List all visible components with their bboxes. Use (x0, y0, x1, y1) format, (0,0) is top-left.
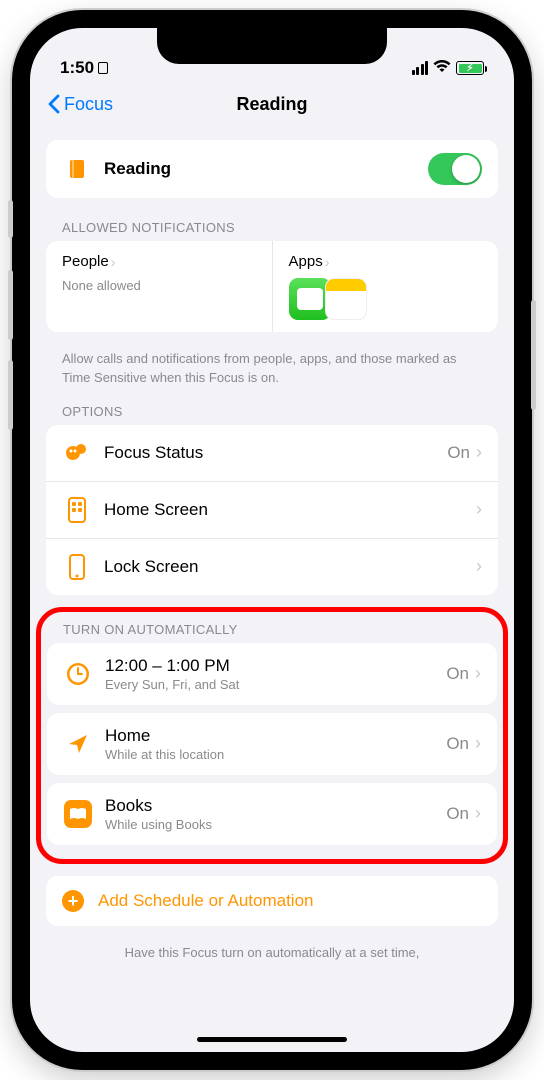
allowed-apps-button[interactable]: Apps › (272, 241, 499, 332)
automation-time-card: 12:00 – 1:00 PM Every Sun, Fri, and Sat … (47, 643, 497, 705)
automation-location-value: On (446, 734, 469, 754)
chevron-right-icon: › (475, 803, 481, 824)
auto-footer-text: Have this Focus turn on automatically at… (46, 938, 498, 969)
annotation-highlight: TURN ON AUTOMATICALLY 12:00 – 1:00 PM Ev… (36, 607, 508, 864)
lock-screen-row[interactable]: Lock Screen › (46, 538, 498, 595)
options-card: Focus Status On › Home Screen › Lock Scr… (46, 425, 498, 595)
automation-app-row[interactable]: Books While using Books On › (47, 783, 497, 845)
automation-time-row[interactable]: 12:00 – 1:00 PM Every Sun, Fri, and Sat … (47, 643, 497, 705)
allowed-people-button[interactable]: People › None allowed (46, 241, 272, 332)
add-automation-button[interactable]: + Add Schedule or Automation (46, 876, 498, 926)
device-notch (157, 28, 387, 64)
allowed-apps-label: Apps (289, 253, 323, 270)
back-button[interactable]: Focus (48, 94, 113, 115)
page-title: Reading (236, 94, 307, 115)
automation-time-sub: Every Sun, Fri, and Sat (105, 677, 446, 692)
automation-app-title: Books (105, 796, 446, 816)
focus-toggle-card: Reading (46, 140, 498, 198)
automation-time-value: On (446, 664, 469, 684)
home-screen-row[interactable]: Home Screen › (46, 481, 498, 538)
notes-app-icon (325, 278, 367, 320)
chevron-right-icon: › (476, 556, 482, 577)
focus-enable-toggle[interactable] (428, 153, 482, 185)
chevron-left-icon (48, 94, 60, 114)
orientation-lock-icon (98, 62, 108, 74)
focus-status-label: Focus Status (104, 443, 447, 463)
allowed-people-label: People (62, 253, 109, 270)
allowed-footer-text: Allow calls and notifications from peopl… (46, 344, 498, 394)
automation-time-title: 12:00 – 1:00 PM (105, 656, 446, 676)
battery-icon: ⚡︎ (456, 61, 484, 75)
automation-location-title: Home (105, 726, 446, 746)
allowed-people-sub: None allowed (62, 278, 256, 293)
lock-screen-label: Lock Screen (104, 557, 476, 577)
chevron-right-icon: › (476, 442, 482, 463)
automation-location-sub: While at this location (105, 747, 446, 762)
focus-status-row[interactable]: Focus Status On › (46, 425, 498, 481)
back-label: Focus (64, 94, 113, 115)
reading-focus-icon (62, 154, 92, 184)
automation-location-row[interactable]: Home While at this location On › (47, 713, 497, 775)
automation-app-value: On (446, 804, 469, 824)
chevron-right-icon: › (475, 663, 481, 684)
allowed-notifications-card: People › None allowed Apps › (46, 241, 498, 332)
home-screen-icon (62, 495, 92, 525)
books-app-icon (63, 799, 93, 829)
location-arrow-icon (63, 729, 93, 759)
options-header: OPTIONS (46, 394, 498, 425)
wifi-icon (433, 58, 451, 78)
navigation-bar: Focus Reading (30, 80, 514, 128)
allowed-notifications-header: ALLOWED NOTIFICATIONS (46, 210, 498, 241)
lock-screen-icon (62, 552, 92, 582)
automation-app-sub: While using Books (105, 817, 446, 832)
chevron-right-icon: › (475, 733, 481, 754)
focus-name-label: Reading (104, 159, 428, 179)
focus-status-value: On (447, 443, 470, 463)
status-time: 1:50 (60, 58, 94, 78)
add-automation-label: Add Schedule or Automation (98, 891, 313, 911)
auto-header: TURN ON AUTOMATICALLY (47, 616, 497, 643)
clock-icon (63, 659, 93, 689)
chevron-right-icon: › (111, 254, 116, 270)
plus-circle-icon: + (62, 890, 84, 912)
home-screen-label: Home Screen (104, 500, 476, 520)
add-automation-card: + Add Schedule or Automation (46, 876, 498, 926)
home-indicator[interactable] (197, 1037, 347, 1042)
automation-location-card: Home While at this location On › (47, 713, 497, 775)
focus-status-icon (62, 438, 92, 468)
automation-app-card: Books While using Books On › (47, 783, 497, 845)
chevron-right-icon: › (476, 499, 482, 520)
chevron-right-icon: › (325, 254, 330, 270)
cellular-signal-icon (412, 61, 429, 75)
